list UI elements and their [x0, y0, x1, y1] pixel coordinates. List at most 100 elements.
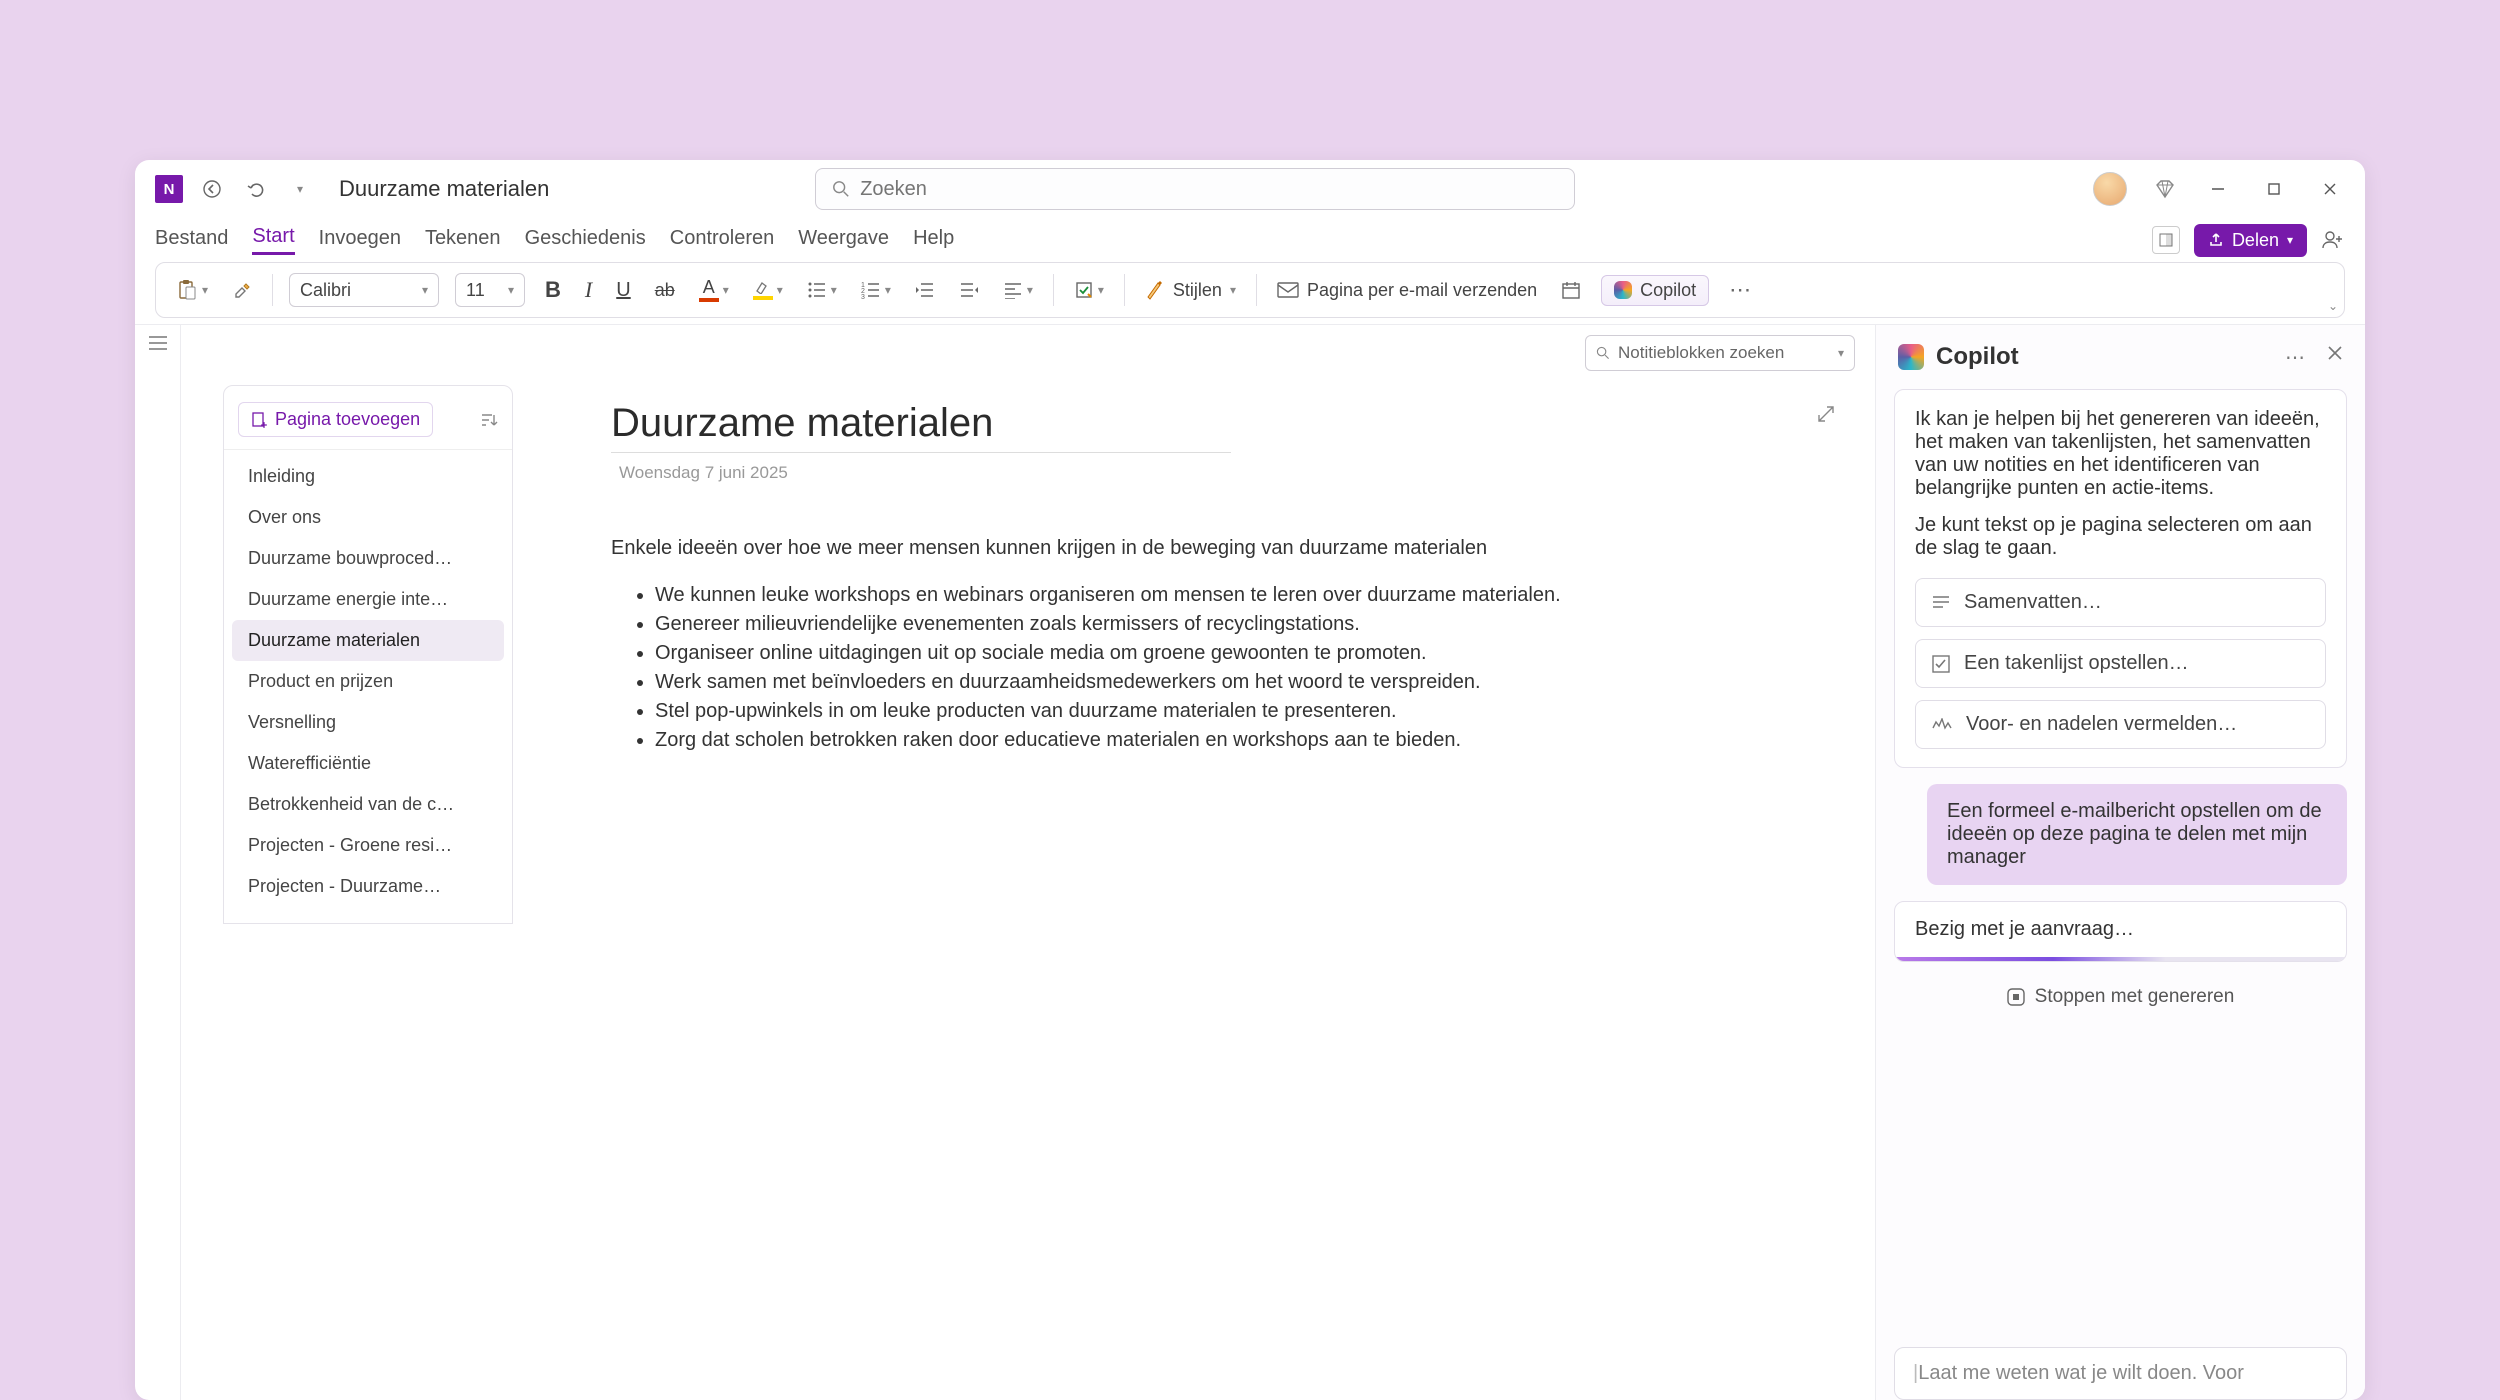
copilot-pane: Copilot ⋯ Ik kan je helpen bij het gener…	[1875, 325, 2365, 1400]
page-nav-item[interactable]: Product en prijzen	[224, 661, 512, 702]
paste-button[interactable]: ▾	[172, 272, 212, 308]
collab-presence-button[interactable]	[2321, 228, 2345, 252]
copilot-close-button[interactable]	[2327, 345, 2343, 370]
tab-start[interactable]: Start	[252, 225, 294, 255]
styles-button[interactable]: Stijlen▾	[1141, 272, 1240, 308]
premium-icon[interactable]	[2153, 177, 2177, 201]
note-body[interactable]: Enkele ideeën over hoe we meer mensen ku…	[611, 537, 1835, 752]
suggestion-summarize[interactable]: Samenvatten…	[1915, 578, 2326, 627]
page-nav-item[interactable]: Versnelling	[224, 702, 512, 743]
checklist-icon	[1932, 655, 1950, 673]
global-search-input[interactable]	[860, 178, 1558, 201]
copilot-header: Copilot ⋯	[1876, 325, 2365, 383]
toolbar-overflow-button[interactable]: ⋯	[1725, 272, 1757, 308]
sort-pages-button[interactable]	[480, 412, 498, 428]
outdent-button[interactable]	[911, 272, 939, 308]
suggestion-label: Samenvatten…	[1964, 591, 2102, 614]
indent-button[interactable]	[955, 272, 983, 308]
numbering-button[interactable]: 123▾	[857, 272, 895, 308]
ribbon-mode-button[interactable]	[2152, 226, 2180, 254]
tab-invoegen[interactable]: Invoegen	[319, 227, 401, 254]
note-bullet: Organiseer online uitdagingen uit op soc…	[655, 642, 1835, 665]
styles-label: Stijlen	[1173, 280, 1222, 301]
meeting-details-button[interactable]	[1557, 272, 1585, 308]
page-nav-item[interactable]: Projecten - Duurzame…	[224, 866, 512, 907]
copilot-input-placeholder: Laat me weten wat je wilt doen. Voor	[1918, 1362, 2244, 1384]
maximize-button[interactable]	[2259, 174, 2289, 204]
progress-bar	[1895, 957, 2346, 961]
app-window: N ▾ Duurzame materialen Bestand Sta	[135, 160, 2365, 1400]
tab-controleren[interactable]: Controleren	[670, 227, 775, 254]
add-page-icon	[251, 412, 267, 428]
suggestion-tasklist[interactable]: Een takenlijst opstellen…	[1915, 639, 2326, 688]
note-bullet: Stel pop-upwinkels in om leuke producten…	[655, 700, 1835, 723]
page-nav-item[interactable]: Duurzame materialen	[232, 620, 504, 661]
italic-button[interactable]: I	[581, 272, 596, 308]
copilot-toolbar-button[interactable]: Copilot	[1601, 275, 1709, 306]
qat-customize-button[interactable]: ▾	[285, 174, 315, 204]
align-button[interactable]: ▾	[999, 272, 1037, 308]
back-button[interactable]	[197, 174, 227, 204]
copilot-more-button[interactable]: ⋯	[2285, 345, 2307, 370]
page-nav-item[interactable]: Projecten - Groene resi…	[224, 825, 512, 866]
page-nav-item[interactable]: Waterefficiëntie	[224, 743, 512, 784]
page-nav-item[interactable]: Over ons	[224, 497, 512, 538]
page-title[interactable]: Duurzame materialen	[611, 401, 1231, 453]
envelope-icon	[1277, 281, 1299, 299]
close-button[interactable]	[2315, 174, 2345, 204]
copilot-toolbar-label: Copilot	[1640, 280, 1696, 301]
add-page-label: Pagina toevoegen	[275, 409, 420, 430]
user-avatar[interactable]	[2093, 172, 2127, 206]
strikethrough-button[interactable]: ab	[651, 272, 679, 308]
copilot-title: Copilot	[1936, 343, 2019, 371]
tab-tekenen[interactable]: Tekenen	[425, 227, 501, 254]
tab-geschiedenis[interactable]: Geschiedenis	[525, 227, 646, 254]
minimize-button[interactable]	[2203, 174, 2233, 204]
expand-page-button[interactable]	[1817, 405, 1835, 423]
copilot-input[interactable]: |Laat me weten wat je wilt doen. Voor	[1894, 1347, 2347, 1400]
page-nav-panel: Pagina toevoegen InleidingOver onsDuurza…	[223, 385, 513, 924]
notebook-search[interactable]: Notitieblokken zoeken ▾	[1585, 335, 1855, 371]
onenote-app-icon: N	[155, 175, 183, 203]
page-nav-item[interactable]: Inleiding	[224, 456, 512, 497]
tags-button[interactable]: ▾	[1070, 272, 1108, 308]
nav-toggle[interactable]	[135, 325, 181, 1400]
search-icon	[1596, 346, 1610, 360]
font-family-select[interactable]: Calibri ▾	[289, 273, 439, 307]
global-search[interactable]	[815, 168, 1575, 210]
note-bullet: Werk samen met beïnvloeders en duurzaamh…	[655, 671, 1835, 694]
bold-button[interactable]: B	[541, 272, 565, 308]
share-button[interactable]: Delen ▾	[2194, 224, 2307, 257]
undo-button[interactable]	[241, 174, 271, 204]
stop-generating-button[interactable]: Stoppen met genereren	[2007, 986, 2235, 1008]
ribbon-collapse-button[interactable]: ⌄	[2328, 294, 2338, 315]
note-intro: Enkele ideeën over hoe we meer mensen ku…	[611, 537, 1835, 560]
copilot-icon	[1614, 281, 1632, 299]
page-date: Woensdag 7 juni 2025	[619, 463, 1231, 483]
summarize-icon	[1932, 595, 1950, 611]
format-painter-button[interactable]	[228, 272, 256, 308]
add-page-button[interactable]: Pagina toevoegen	[238, 402, 433, 437]
copilot-logo-icon	[1898, 344, 1924, 370]
email-page-button[interactable]: Pagina per e-mail verzenden	[1273, 272, 1541, 308]
page-nav-item[interactable]: Duurzame bouwproced…	[224, 538, 512, 579]
note-bullet-list: We kunnen leuke workshops en webinars or…	[611, 584, 1835, 752]
highlight-button[interactable]: ▾	[749, 272, 787, 308]
share-label: Delen	[2232, 230, 2279, 251]
font-color-button[interactable]: A▾	[695, 272, 733, 308]
tab-bestand[interactable]: Bestand	[155, 227, 228, 254]
font-size-select[interactable]: 11 ▾	[455, 273, 525, 307]
svg-text:3: 3	[861, 294, 865, 299]
ribbon-tabs: Bestand Start Invoegen Tekenen Geschiede…	[135, 218, 2365, 262]
tab-weergave[interactable]: Weergave	[798, 227, 889, 254]
underline-button[interactable]: U	[612, 272, 634, 308]
page-nav-item[interactable]: Duurzame energie inte…	[224, 579, 512, 620]
stop-generating-label: Stoppen met genereren	[2035, 986, 2235, 1008]
suggestion-proscons[interactable]: Voor- en nadelen vermelden…	[1915, 700, 2326, 749]
tab-help[interactable]: Help	[913, 227, 954, 254]
page-nav-item[interactable]: Betrokkenheid van de c…	[224, 784, 512, 825]
bullets-button[interactable]: ▾	[803, 272, 841, 308]
note-bullet: We kunnen leuke workshops en webinars or…	[655, 584, 1835, 607]
copilot-progress-card: Bezig met je aanvraag…	[1894, 901, 2347, 962]
stop-icon	[2007, 988, 2025, 1006]
